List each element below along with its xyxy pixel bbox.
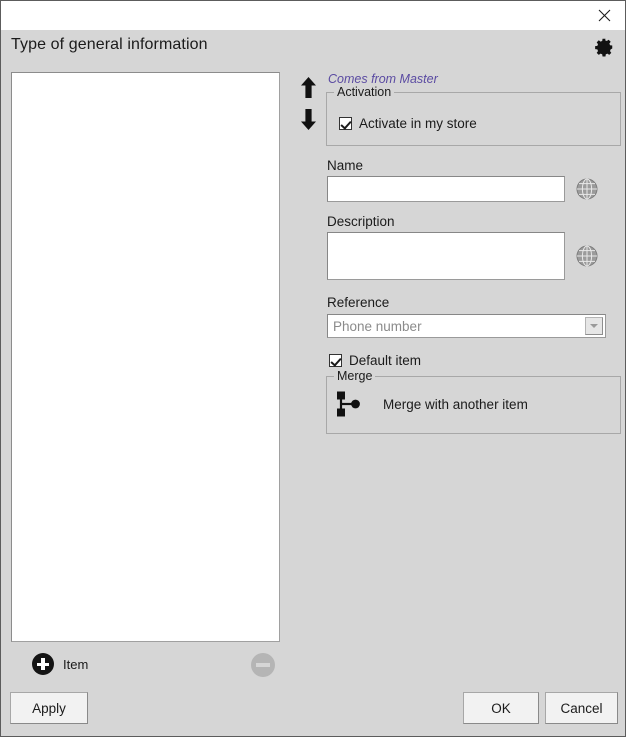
checkbox-box — [329, 354, 342, 367]
remove-item-button[interactable] — [251, 653, 275, 677]
checkbox-box — [339, 117, 352, 130]
gear-icon — [595, 38, 613, 57]
globe-icon — [576, 245, 598, 267]
close-icon — [598, 9, 610, 21]
chevron-down-icon — [585, 317, 603, 335]
description-translate-button[interactable] — [574, 243, 600, 269]
description-input[interactable] — [327, 232, 565, 280]
merge-group: Merge Merge with another item — [326, 369, 621, 434]
reference-value: Phone number — [333, 318, 422, 334]
items-list[interactable] — [11, 72, 280, 642]
dialog-header: Type of general information — [1, 30, 625, 66]
list-toolbar: Item — [1, 649, 291, 685]
merge-with-another-item-button[interactable]: Merge with another item — [335, 389, 528, 419]
title-bar — [1, 1, 625, 31]
activation-legend: Activation — [334, 85, 395, 99]
activation-group: Activation Activate in my store — [326, 85, 621, 146]
page-title: Type of general information — [11, 36, 208, 53]
name-input[interactable] — [327, 176, 565, 202]
add-item-label: Item — [63, 656, 89, 672]
detail-panel: Comes from Master Activation Activate in… — [291, 66, 625, 736]
default-item-label: Default item — [349, 353, 422, 368]
comes-from-master-label: Comes from Master — [328, 72, 438, 86]
arrow-up-icon — [300, 77, 316, 98]
dialog-body: Item Comes from Master Activation Activa… — [1, 66, 625, 736]
globe-icon — [576, 178, 598, 200]
cancel-button[interactable]: Cancel — [545, 692, 618, 724]
reference-label: Reference — [327, 295, 390, 310]
move-down-button[interactable] — [291, 104, 325, 136]
plus-circle-icon — [32, 653, 54, 675]
description-label: Description — [327, 214, 395, 229]
ok-button[interactable]: OK — [463, 692, 539, 724]
merge-legend: Merge — [334, 369, 376, 383]
close-button[interactable] — [587, 1, 621, 29]
name-translate-button[interactable] — [574, 176, 600, 202]
arrow-down-icon — [300, 109, 316, 130]
apply-button[interactable]: Apply — [10, 692, 88, 724]
add-item-button[interactable]: Item — [32, 653, 88, 675]
merge-action-label: Merge with another item — [383, 396, 528, 412]
activate-in-my-store-label: Activate in my store — [359, 116, 477, 131]
activate-in-my-store-checkbox[interactable]: Activate in my store — [339, 116, 477, 131]
reference-select[interactable]: Phone number — [327, 314, 606, 338]
merge-node-icon — [337, 391, 360, 417]
settings-button[interactable] — [590, 33, 618, 61]
dialog-window: Type of general information Item Comes f… — [0, 0, 626, 737]
default-item-checkbox[interactable]: Default item — [329, 353, 421, 368]
move-up-button[interactable] — [291, 72, 325, 104]
name-label: Name — [327, 158, 364, 173]
footer-separator — [1, 682, 625, 683]
reorder-controls — [291, 72, 325, 136]
